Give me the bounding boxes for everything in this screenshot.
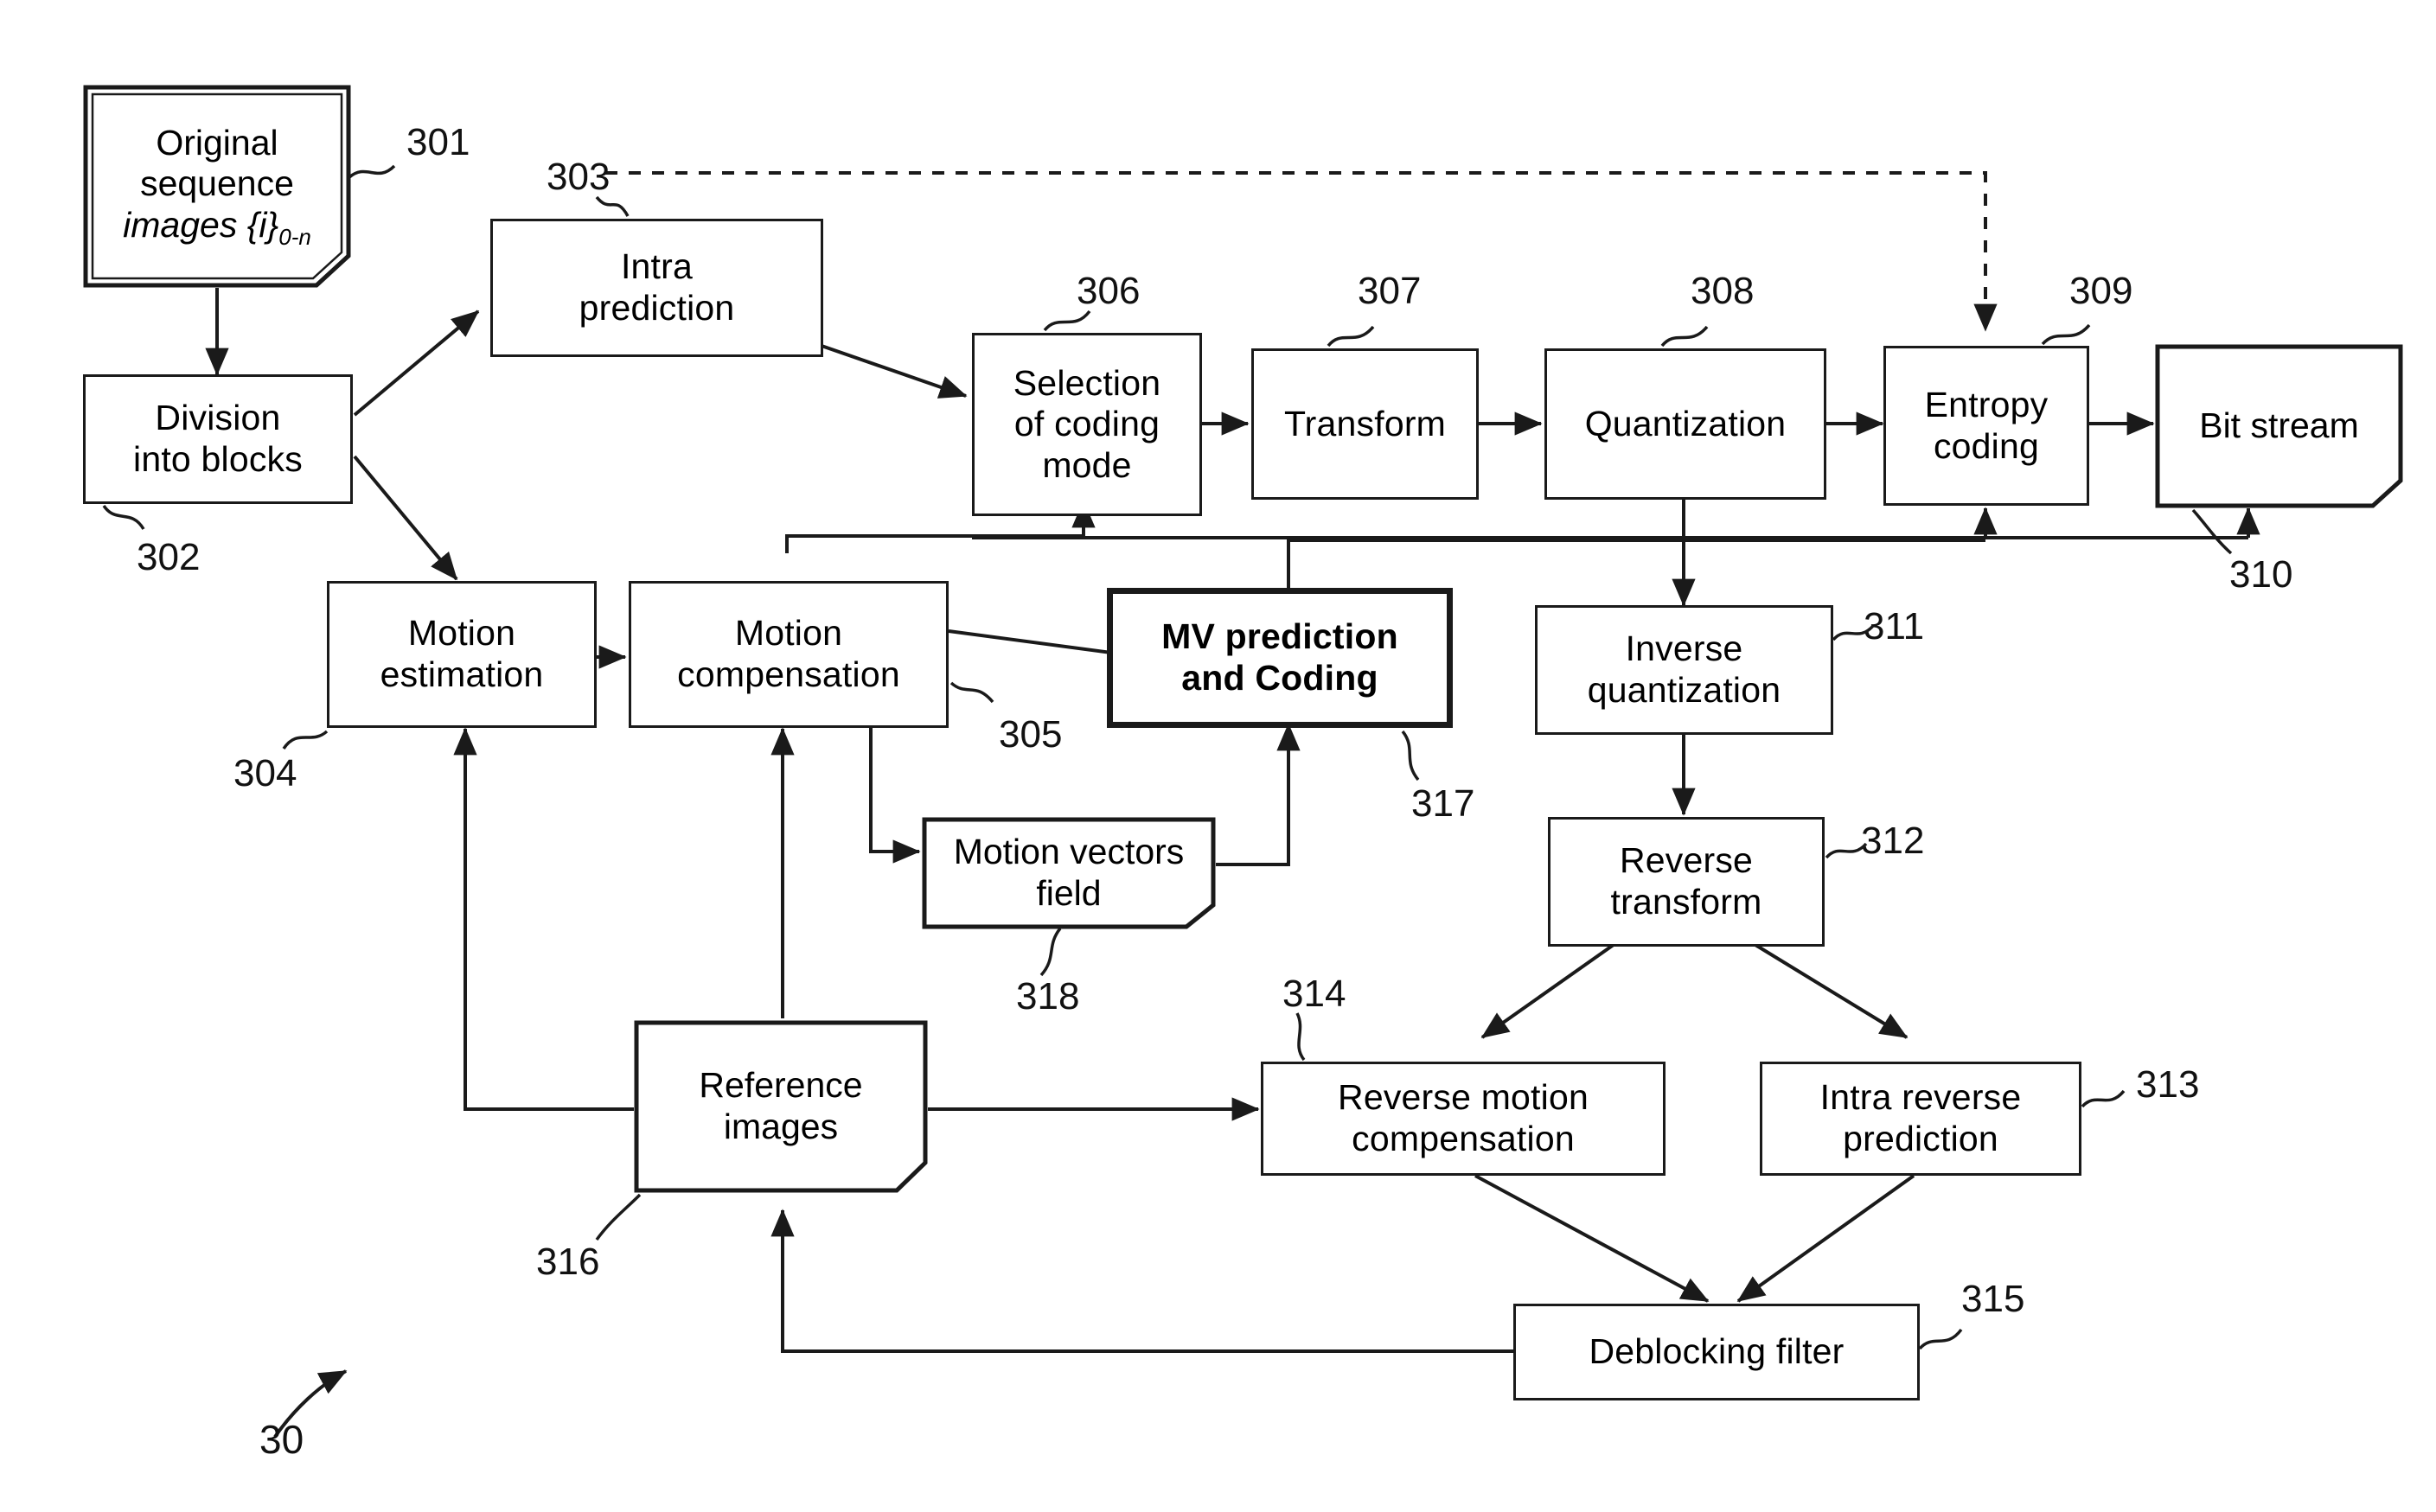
edge-deblock-to-refimages [770,1209,1516,1353]
block-intra-reverse-prediction: Intra reverse prediction [1760,1062,2081,1176]
motion-vectors-field-label: Motion vectors field [953,832,1185,913]
refnum-302: 302 [137,536,201,578]
refnum-314: 314 [1282,973,1346,1015]
refnum-308: 308 [1691,270,1755,312]
edge-revmotioncomp-to-deblock [1474,1174,1710,1303]
block-bit-stream: Bit stream [2155,344,2403,508]
refnum-313: 313 [2136,1063,2200,1106]
block-reverse-transform: Reverse transform [1548,817,1825,947]
refnum-317: 317 [1411,782,1475,825]
block-original-sequence: Original sequence images {i}0-n [83,85,351,288]
original-sequence-line1: Original [156,122,278,163]
reverse-motion-compensation-label: Reverse motion compensation [1338,1077,1589,1158]
edge-revtransform-to-intrarevpred [1749,941,1909,1039]
block-intra-prediction: Intra prediction [490,219,823,357]
edge-mvfield-to-mvpred [1214,723,1301,866]
edge-division-to-motion-estimation [353,455,458,581]
refnum-311: 311 [1864,605,1925,648]
refnum-30: 30 [259,1417,304,1462]
motion-estimation-label: Motion estimation [380,613,544,694]
block-motion-vectors-field: Motion vectors field [922,817,1216,929]
block-reference-images: Reference images [634,1020,928,1193]
edge-revtransform-to-revmotioncomp [1480,941,1619,1039]
original-sequence-line2: sequence [140,163,294,204]
figure-30-block-diagram: Original sequence images {i}0-n 301 Divi… [0,0,2436,1512]
bit-stream-label: Bit stream [2199,405,2359,446]
intra-reverse-prediction-label: Intra reverse prediction [1819,1077,2022,1158]
refnum-316: 316 [536,1241,600,1283]
edge-motioncomp-to-mvfield [869,724,921,864]
edge-intrarevpred-to-deblock [1736,1174,1915,1303]
block-deblocking-filter: Deblocking filter [1513,1304,1920,1400]
motion-compensation-label: Motion compensation [677,613,900,694]
block-motion-estimation: Motion estimation [327,581,597,728]
reference-images-label: Reference images [699,1065,863,1146]
division-into-blocks-label: Division into blocks [133,398,303,479]
edge-division-to-intra [353,309,480,417]
original-sequence-line3: images {i} [123,204,279,245]
transform-label: Transform [1283,403,1447,443]
refnum-301: 301 [406,121,470,163]
refnum-315: 315 [1961,1278,2025,1320]
edge-intra-to-selection [821,344,968,399]
edge-refimages-to-motionest [453,727,634,1111]
entropy-coding-label: Entropy coding [1924,384,2049,466]
refnum-305: 305 [999,713,1063,756]
original-sequence-subscript: 0-n [278,224,311,251]
refnum-306: 306 [1077,270,1141,312]
refnum-304: 304 [233,752,297,794]
refnum-303: 303 [547,156,611,198]
deblocking-filter-label: Deblocking filter [1589,1331,1845,1372]
block-selection-of-coding-mode: Selection of coding mode [972,333,1202,516]
block-quantization: Quantization [1544,348,1826,500]
selection-of-coding-mode-label: Selection of coding mode [1013,362,1161,485]
refnum-309: 309 [2069,270,2133,312]
block-division-into-blocks: Division into blocks [83,374,353,504]
refnum-310: 310 [2229,553,2293,596]
refnum-318: 318 [1016,975,1080,1018]
refnum-312: 312 [1861,820,1925,862]
block-transform: Transform [1251,348,1479,500]
refnum-307: 307 [1358,270,1422,312]
block-mv-prediction-and-coding: MV prediction and Coding [1107,588,1453,728]
block-entropy-coding: Entropy coding [1883,346,2089,506]
intra-prediction-label: Intra prediction [579,246,735,328]
quantization-label: Quantization [1584,403,1787,443]
block-motion-compensation: Motion compensation [629,581,949,728]
inverse-quantization-label: Inverse quantization [1587,628,1781,710]
block-inverse-quantization: Inverse quantization [1535,605,1833,735]
reverse-transform-label: Reverse transform [1610,840,1762,922]
mv-prediction-and-coding-label: MV prediction and Coding [1161,616,1398,698]
block-reverse-motion-compensation: Reverse motion compensation [1261,1062,1666,1176]
connection-wiring [205,171,2260,1353]
